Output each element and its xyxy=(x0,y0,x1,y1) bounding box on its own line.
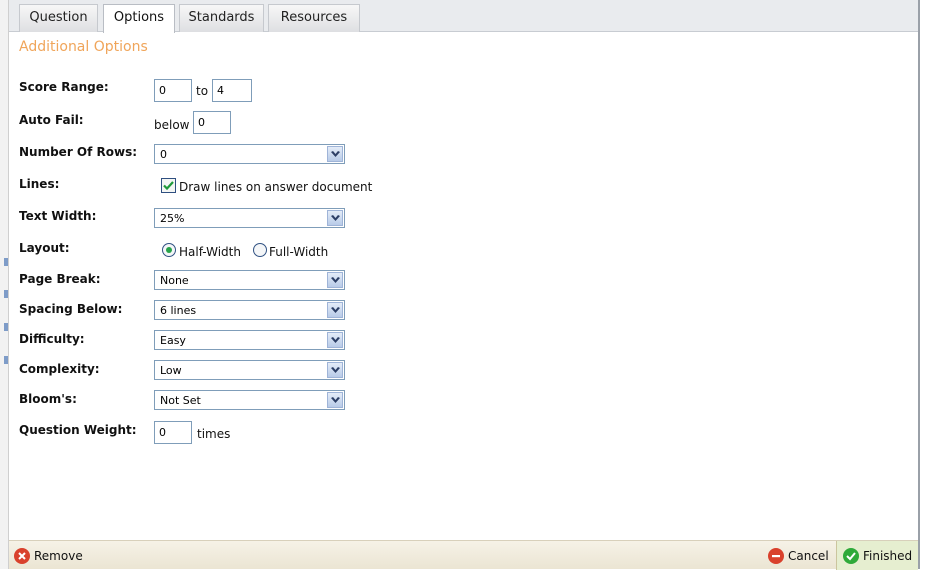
finished-label: Finished xyxy=(863,548,913,563)
half-width-label[interactable]: Half-Width xyxy=(179,245,241,259)
spacing-below-select[interactable]: 6 lines xyxy=(154,300,345,320)
text-width-label: Text Width: xyxy=(19,209,97,223)
question-weight-times-label: times xyxy=(197,427,231,441)
remove-icon xyxy=(14,547,30,564)
lines-label: Lines: xyxy=(19,177,60,191)
background-mark xyxy=(4,290,8,298)
tab-standards[interactable]: Standards xyxy=(179,4,264,32)
page-break-label: Page Break: xyxy=(19,272,101,286)
background-mark xyxy=(4,258,8,266)
footer-bar: Remove Cancel Finished xyxy=(9,540,919,570)
difficulty-label: Difficulty: xyxy=(19,332,85,346)
chevron-down-icon[interactable] xyxy=(327,302,343,318)
background-window-edge xyxy=(0,0,9,569)
check-icon xyxy=(843,547,859,564)
auto-fail-below-label: below xyxy=(154,118,190,132)
auto-fail-input[interactable]: 0 xyxy=(193,111,231,134)
remove-label: Remove xyxy=(34,548,83,563)
spacing-below-label: Spacing Below: xyxy=(19,302,123,316)
question-weight-label: Question Weight: xyxy=(19,423,137,437)
chevron-down-icon[interactable] xyxy=(327,392,343,408)
layout-label: Layout: xyxy=(19,241,70,255)
full-width-label[interactable]: Full-Width xyxy=(269,245,328,259)
score-range-to-input[interactable]: 4 xyxy=(212,79,252,102)
blooms-select[interactable]: Not Set xyxy=(154,390,345,410)
score-range-from-input[interactable]: 0 xyxy=(154,79,192,102)
tab-resources[interactable]: Resources xyxy=(268,4,360,32)
section-title: Additional Options xyxy=(19,39,148,55)
cancel-label: Cancel xyxy=(788,548,829,563)
remove-button[interactable]: Remove xyxy=(14,541,83,570)
background-mark xyxy=(4,323,8,331)
question-weight-input[interactable]: 0 xyxy=(154,421,192,444)
score-range-label: Score Range: xyxy=(19,80,109,94)
half-width-radio[interactable] xyxy=(162,243,176,257)
page-break-value: None xyxy=(160,274,189,287)
chevron-down-icon[interactable] xyxy=(327,362,343,378)
complexity-select[interactable]: Low xyxy=(154,360,345,380)
tab-options[interactable]: Options xyxy=(103,4,175,33)
draw-lines-checkbox[interactable] xyxy=(161,178,176,193)
chevron-down-icon[interactable] xyxy=(327,272,343,288)
number-of-rows-select[interactable]: 0 xyxy=(154,144,345,164)
spacing-below-value: 6 lines xyxy=(160,304,197,317)
complexity-value: Low xyxy=(160,364,182,377)
difficulty-value: Easy xyxy=(160,334,186,347)
number-of-rows-value: 0 xyxy=(160,148,167,161)
complexity-label: Complexity: xyxy=(19,362,100,376)
blooms-label: Bloom's: xyxy=(19,392,77,406)
chevron-down-icon[interactable] xyxy=(327,210,343,226)
page-break-select[interactable]: None xyxy=(154,270,345,290)
text-width-value: 25% xyxy=(160,212,185,225)
chevron-down-icon[interactable] xyxy=(327,146,343,162)
cancel-button[interactable]: Cancel xyxy=(768,541,829,570)
blooms-value: Not Set xyxy=(160,394,201,407)
chevron-down-icon[interactable] xyxy=(327,332,343,348)
cancel-icon xyxy=(768,547,784,564)
window-right-edge xyxy=(918,0,927,569)
score-range-to-label: to xyxy=(196,84,209,98)
background-mark xyxy=(4,356,8,364)
auto-fail-label: Auto Fail: xyxy=(19,113,84,127)
finished-button[interactable]: Finished xyxy=(836,541,919,570)
full-width-radio[interactable] xyxy=(253,243,267,257)
text-width-select[interactable]: 25% xyxy=(154,208,345,228)
radio-selected-dot xyxy=(166,247,172,253)
difficulty-select[interactable]: Easy xyxy=(154,330,345,350)
tab-bar: Question Options Standards Resources xyxy=(9,0,918,33)
number-of-rows-label: Number Of Rows: xyxy=(19,145,138,159)
draw-lines-checkbox-label[interactable]: Draw lines on answer document xyxy=(179,180,372,194)
tab-question[interactable]: Question xyxy=(19,4,98,32)
